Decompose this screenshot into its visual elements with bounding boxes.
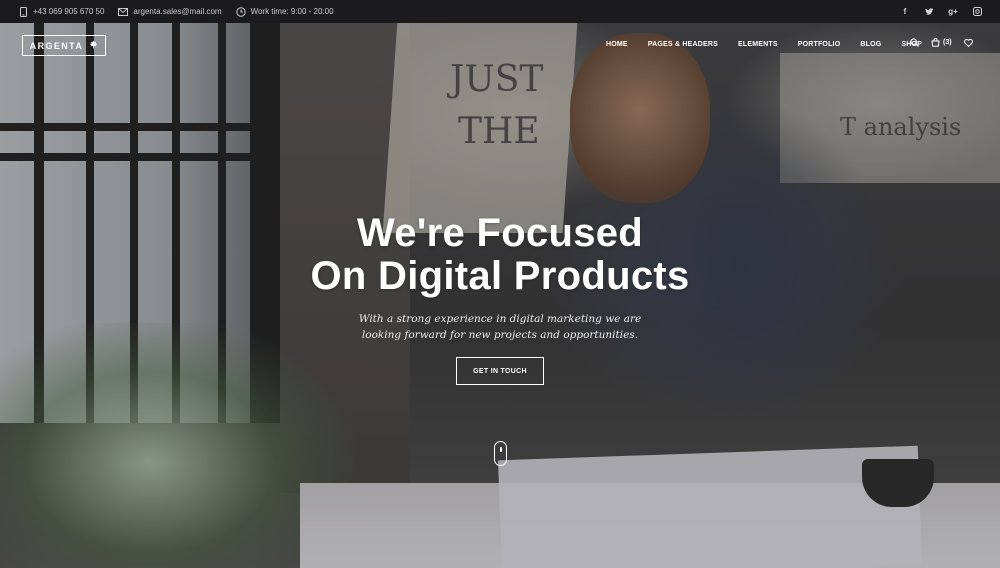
cart-button[interactable]: (3) [931, 38, 952, 47]
facebook-icon[interactable]: f [900, 7, 910, 16]
hero-subtitle: With a strong experience in digital mark… [358, 313, 642, 341]
work-time-info: Work time: 9:00 - 20:00 [235, 6, 334, 17]
header-tools: (3) [910, 38, 985, 47]
cart-icon [931, 38, 940, 47]
hero-title: We're Focused On Digital Products [0, 212, 1000, 298]
nav-item-home[interactable]: HOME [606, 41, 628, 48]
maple-leaf-icon [89, 40, 98, 51]
email-info[interactable]: argenta.sales@mail.com [118, 7, 222, 17]
clock-icon [235, 6, 246, 17]
phone-info[interactable]: +43 069 905 670 50 [18, 6, 105, 17]
nav-item-portfolio[interactable]: PORTFOLIO [798, 41, 841, 48]
get-in-touch-button[interactable]: GET IN TOUCH [456, 357, 544, 385]
main-navigation: HOME PAGES & HEADERS ELEMENTS PORTFOLIO … [606, 41, 942, 48]
work-time: Work time: 9:00 - 20:00 [250, 7, 334, 16]
nav-item-pages-headers[interactable]: PAGES & HEADERS [648, 41, 718, 48]
nav-item-blog[interactable]: BLOG [860, 41, 881, 48]
logo[interactable]: ARGENTA [22, 35, 106, 56]
mouse-wheel-indicator [499, 447, 502, 452]
phone-number: +43 069 905 670 50 [33, 7, 105, 16]
social-links: f g+ [900, 7, 982, 16]
search-icon[interactable] [910, 38, 919, 47]
twitter-icon[interactable] [924, 7, 934, 16]
scroll-down-icon[interactable] [494, 441, 507, 466]
heart-icon[interactable] [963, 38, 973, 47]
logo-text: ARGENTA [29, 40, 84, 51]
email-address: argenta.sales@mail.com [133, 7, 222, 16]
hero-title-line1: We're Focused [356, 211, 644, 255]
hero-title-line2: On Digital Products [310, 254, 690, 298]
phone-icon [18, 6, 28, 17]
site-header: ARGENTA HOME PAGES & HEADERS ELEMENTS PO… [0, 23, 1000, 68]
cart-count: (3) [943, 39, 952, 46]
top-info-bar: +43 069 905 670 50 argenta.sales@mail.co… [0, 0, 1000, 23]
mail-icon [118, 7, 129, 17]
instagram-icon[interactable] [972, 7, 982, 16]
google-plus-icon[interactable]: g+ [948, 7, 958, 16]
nav-item-elements[interactable]: ELEMENTS [738, 41, 778, 48]
